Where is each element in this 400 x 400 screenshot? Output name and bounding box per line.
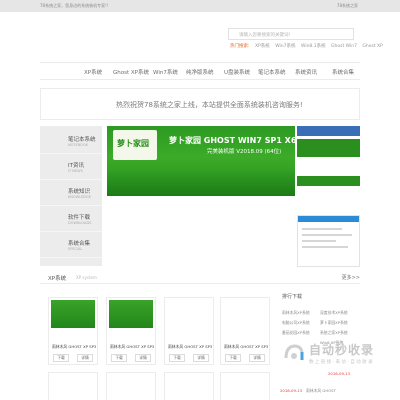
ranking-title: 排行下载 — [282, 294, 303, 300]
sidebar-item-label: 系统知识 — [68, 189, 91, 195]
brand-logo-text: 萝卜家园 — [117, 138, 149, 148]
sidebar-item-downloads[interactable]: 软件下载 DOWNLOADS — [40, 206, 102, 232]
nav-item-news[interactable]: 系统资讯 — [295, 68, 317, 76]
side-thumbnail[interactable] — [297, 126, 360, 136]
more-link[interactable]: 更多>> — [342, 274, 360, 281]
ranking-item[interactable]: 番茄花园XP系统 — [282, 330, 310, 336]
system-card[interactable] — [106, 372, 156, 400]
screenshot-line — [302, 246, 348, 248]
sidebar-item-knowledge[interactable]: 系统知识 KNOWLEDGE — [40, 180, 102, 206]
sidebar-item-sublabel: NOTEBOOK — [68, 143, 88, 147]
side-thumbnail[interactable] — [297, 176, 360, 186]
banner-subtitle: 完美装机版 V2018.09 (64位) — [207, 149, 282, 155]
download-button[interactable]: 下载 — [53, 354, 69, 362]
system-card[interactable]: 雨林木风 GHOST XP SP3 纯 下载 详情 — [106, 297, 156, 365]
ranking-item[interactable]: 雨林木风 GHOST — [306, 388, 336, 394]
system-name: 雨林木风 GHOST XP SP3 纯 — [168, 344, 212, 349]
detail-button[interactable]: 详情 — [135, 354, 151, 362]
sidebar-item-label: 软件下载 — [68, 215, 91, 221]
search-placeholder: 请输入您要搜索的关键词! — [239, 33, 291, 38]
sidebar-item-label: 系统合集 — [68, 241, 91, 247]
hot-search-link[interactable]: XP系统 — [255, 44, 270, 49]
ranking-item[interactable]: 深度技术XP系统 — [320, 310, 348, 316]
top-bar: 78系统之家，您身边的系统装机专家!! 78系统之家 — [0, 0, 400, 12]
sidebar-item-it-news[interactable]: IT资讯 IT NEWS — [40, 154, 102, 180]
side-thumbnail[interactable] — [297, 139, 360, 157]
hero-banner[interactable]: 萝卜家园 萝卜家园 GHOST WIN7 SP1 X64 完美装机版 V2018… — [107, 126, 295, 196]
ranking-item[interactable]: 电脑公司XP系统 — [282, 320, 310, 326]
sidebar-item-label: IT资讯 — [68, 163, 84, 169]
notice-text: 热烈祝贺78系统之家上线，本站提供全面系统装机咨询服务! — [116, 101, 303, 109]
brand-logo: 萝卜家园 — [113, 130, 157, 160]
welcome-text: 78系统之家，您身边的系统装机专家!! — [40, 3, 109, 8]
system-card[interactable]: 雨林木风 GHOST XP SP3 纯 下载 详情 — [220, 297, 270, 365]
system-card[interactable] — [48, 372, 98, 400]
section-title: XP系统 — [48, 276, 67, 282]
banner-background — [107, 172, 295, 196]
ranking-item[interactable]: 萝卜家园XP系统 — [320, 320, 348, 326]
screenshot-titlebar — [298, 216, 359, 222]
banner-title: 萝卜家园 GHOST WIN7 SP1 X64 — [169, 136, 295, 145]
watermark-title: 自动秒收录 — [309, 343, 375, 357]
download-button[interactable]: 下载 — [111, 354, 127, 362]
nav-item-pure[interactable]: 纯净版系统 — [186, 68, 214, 76]
system-thumbnail — [109, 300, 153, 328]
ranking-item[interactable]: 雨林木风XP系统 — [282, 310, 310, 316]
screenshot-line — [302, 240, 336, 242]
watermark: 自动秒收录 数 上 链 接 · 来 访 · 自 动 收 录 — [283, 340, 391, 376]
system-card[interactable] — [220, 372, 270, 400]
screenshot-line — [302, 228, 342, 230]
detail-button[interactable]: 详情 — [249, 354, 265, 362]
screenshot-line — [302, 234, 352, 236]
watermark-logo-icon — [284, 344, 304, 360]
search-input[interactable]: 请输入您要搜索的关键词! — [228, 28, 354, 40]
site-home-link[interactable]: 78系统之家 — [337, 3, 358, 9]
download-button[interactable]: 下载 — [169, 354, 185, 362]
nav-item-win7[interactable]: Win7系统 — [153, 68, 178, 76]
hot-search-link[interactable]: Win8.1系统 — [301, 44, 326, 49]
nav-item-usb[interactable]: U盘装系统 — [224, 68, 250, 76]
hot-search-label: 热门搜索: — [230, 44, 250, 49]
system-name: 雨林木风 GHOST XP SP3 纯 — [110, 344, 154, 349]
system-card[interactable]: 雨林木风 GHOST XP SP3 纯 下载 详情 — [164, 297, 214, 365]
nav-item-ghost-xp[interactable]: Ghost XP系统 — [113, 68, 149, 76]
section-header: XP系统 XP system 更多>> — [40, 272, 360, 284]
system-name: 雨林木风 GHOST XP SP3 纯 — [224, 344, 268, 349]
system-thumbnail — [51, 300, 95, 328]
detail-button[interactable]: 详情 — [77, 354, 93, 362]
sidebar-item-sublabel: DOWNLOADS — [68, 221, 92, 225]
download-button[interactable]: 下载 — [225, 354, 241, 362]
hot-search-link[interactable]: Ghost XP — [362, 44, 382, 49]
sidebar-item-sublabel: KNOWLEDGE — [68, 195, 91, 199]
system-thumbnail — [223, 300, 267, 328]
sidebar-item-notebook[interactable]: 笔记本系统 NOTEBOOK — [40, 128, 102, 154]
sidebar-item-sublabel: IT NEWS — [68, 169, 83, 173]
hot-search-link[interactable]: Win7系统 — [275, 44, 295, 49]
main-nav: XP系统 Ghost XP系统 Win7系统 纯净版系统 U盘装系统 笔记本系统… — [40, 62, 360, 80]
watermark-subtitle: 数 上 链 接 · 来 访 · 自 动 收 录 — [309, 360, 373, 365]
system-name: 雨林木风 GHOST XP SP3 纯净 — [52, 344, 96, 349]
detail-button[interactable]: 详情 — [193, 354, 209, 362]
sidebar-item-label: 笔记本系统 — [68, 137, 96, 143]
hot-search-link[interactable]: Ghost Win7 — [331, 44, 357, 49]
ranking-item[interactable]: 系统之家XP系统 — [320, 330, 348, 336]
nav-item-collection[interactable]: 系统合集 — [332, 68, 354, 76]
nav-item-notebook[interactable]: 笔记本系统 — [258, 68, 286, 76]
system-thumbnail — [167, 300, 211, 328]
system-card[interactable]: 雨林木风 GHOST XP SP3 纯净 下载 详情 — [48, 297, 98, 365]
side-screenshot[interactable] — [297, 215, 360, 267]
hot-search: 热门搜索: XP系统 Win7系统 Win8.1系统 Ghost Win7 Gh… — [230, 43, 387, 49]
nav-item-xp[interactable]: XP系统 — [84, 68, 102, 76]
ranking-date: 2018-09-13 — [280, 388, 303, 393]
section-subtitle: XP system — [76, 275, 97, 280]
system-card[interactable] — [164, 372, 214, 400]
sidebar-item-sublabel: SPECIAL — [68, 247, 83, 251]
sidebar-item-special[interactable]: 系统合集 SPECIAL — [40, 232, 102, 258]
notice-banner: 热烈祝贺78系统之家上线，本站提供全面系统装机咨询服务! — [40, 88, 360, 120]
category-sidebar: 笔记本系统 NOTEBOOK IT资讯 IT NEWS 系统知识 KNOWLED… — [40, 126, 102, 266]
